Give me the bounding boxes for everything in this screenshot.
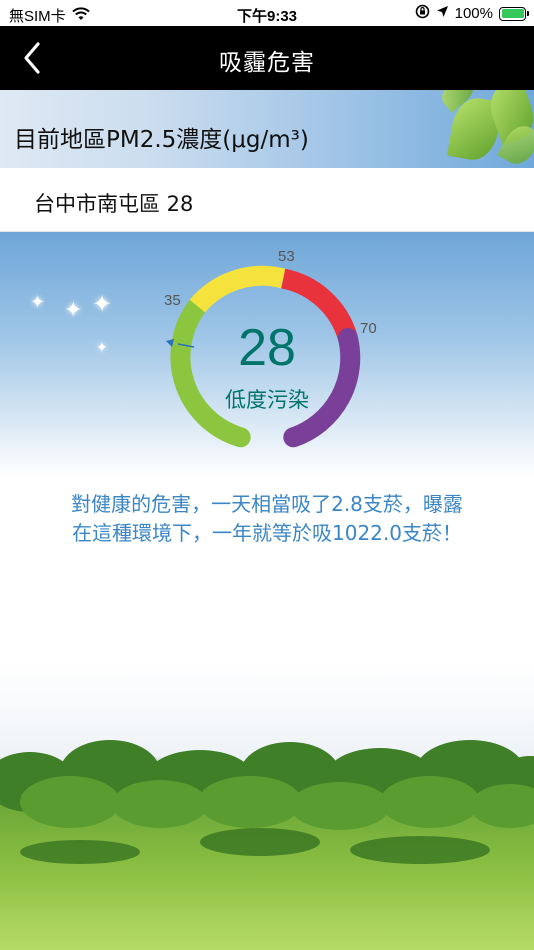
pm-gauge: 35 53 70 28 低度污染 (0, 232, 534, 472)
nav-bar: 吸霾危害 (0, 26, 534, 90)
pm-banner: 目前地區PM2.5濃度(μg/m³) (0, 90, 534, 168)
page-title: 吸霾危害 (219, 50, 315, 76)
location-row: 台中市南屯區 28 (0, 168, 534, 232)
gauge-tick-53: 53 (278, 248, 295, 265)
status-right: 100% (415, 4, 529, 23)
gauge-segment-yellow (189, 265, 286, 313)
battery-icon (499, 6, 529, 21)
status-bar: 無SIM卡 下午9:33 100% (0, 0, 534, 26)
health-message-line1: 對健康的危害，一天相當吸了2.8支菸，曝露 (71, 492, 463, 516)
pm-concentration-title: 目前地區PM2.5濃度(μg/m³) (14, 127, 309, 153)
location-arrow-icon (436, 5, 449, 22)
park-illustration (0, 740, 534, 950)
health-message: 對健康的危害，一天相當吸了2.8支菸，曝露 在這種環境下，一年就等於吸1022.… (0, 490, 534, 548)
orientation-lock-icon (415, 4, 430, 23)
location-value: 台中市南屯區 28 (34, 192, 194, 216)
health-message-line2: 在這種環境下，一年就等於吸1022.0支菸！ (72, 521, 462, 545)
gauge-value: 28 (238, 319, 296, 377)
gauge-tick-35: 35 (164, 292, 181, 309)
pollution-level: 低度污染 (225, 388, 309, 412)
sky-background: ✦ ✦ ✦ ✦ 35 53 70 28 低度污染 對健康的危害，一天相當吸了2.… (0, 232, 534, 950)
battery-label: 100% (454, 5, 493, 22)
